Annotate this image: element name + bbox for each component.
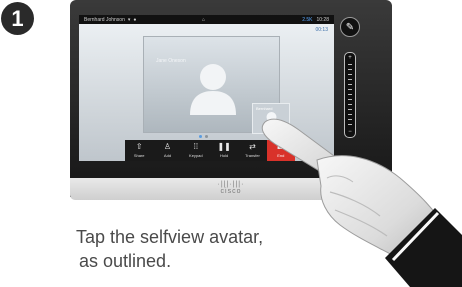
share-icon: ⇧ (135, 142, 143, 151)
home-icon[interactable]: ⌂ (202, 17, 205, 23)
remote-avatar-icon (190, 64, 236, 115)
call-timer: 00:13 (315, 27, 328, 33)
chevron-down-icon[interactable]: ▾ (128, 17, 131, 23)
page-dot-active (199, 135, 202, 138)
volume-up-icon[interactable]: + (345, 55, 355, 61)
add-button[interactable]: ♙ Add (153, 140, 181, 161)
clock-time: 10:28 (316, 16, 329, 23)
page-indicator (199, 135, 208, 138)
caption-line-1: Tap the selfview avatar, (76, 227, 264, 247)
step-number-badge: 1 (1, 2, 34, 35)
user-menu[interactable]: Bernhard Johnson (84, 17, 125, 23)
network-status: 2.5K (302, 16, 313, 23)
share-button[interactable]: ⇧ Share (125, 140, 153, 161)
instruction-caption: Tap the selfview avatar, as outlined. (76, 225, 316, 273)
keypad-icon: ⁞⁞ (193, 142, 199, 151)
microphone-icon: ✎ (345, 21, 355, 33)
status-bar: Bernhard Johnson ▾ ● ⌂ 2.5K 10:28 (79, 15, 334, 24)
keypad-button[interactable]: ⁞⁞ Keypad (182, 140, 210, 161)
page-dot (205, 135, 208, 138)
info-icon[interactable]: ● (133, 17, 136, 23)
microphone-mute-button[interactable]: ✎ (340, 17, 360, 37)
add-participant-icon: ♙ (163, 142, 172, 151)
pause-icon: ❚❚ (217, 142, 231, 151)
remote-participant-name: Jane Oneson (156, 58, 186, 64)
caption-line-2: as outlined. (79, 251, 172, 271)
